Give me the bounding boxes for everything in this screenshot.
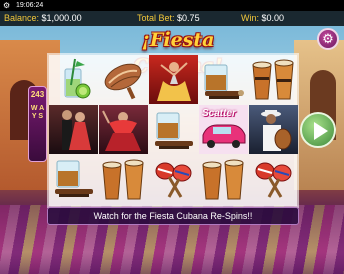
- symbol-bongos: [99, 155, 148, 204]
- scatter-label: Scatter: [202, 108, 236, 119]
- symbol-maracas: [249, 155, 298, 204]
- win-label: Win:: [241, 13, 259, 23]
- win-value: $0.00: [261, 13, 285, 23]
- ways-badge: 243 W A Y S: [28, 86, 47, 162]
- message-banner: Watch for the Fiesta Cubana Re-Spins!!: [47, 207, 299, 225]
- win: Win: $0.00: [241, 11, 284, 26]
- balance: Balance: $1,000.00: [4, 11, 82, 26]
- clock: 19:06:24: [16, 2, 44, 9]
- symbol-cigars: [199, 55, 248, 104]
- symbol-bongos: [249, 55, 298, 104]
- game-logo: ¡Fiesta Cubana!: [134, 29, 223, 77]
- symbol-dancing-couple: [49, 105, 98, 154]
- reel-grid: Scatter: [49, 55, 298, 206]
- status-bar: ⚙ 19:06:24: [0, 0, 344, 11]
- total-bet-label: Total Bet:: [137, 13, 175, 23]
- symbol-maracas: [99, 55, 148, 104]
- spin-button[interactable]: [300, 112, 336, 148]
- play-icon: [314, 122, 328, 140]
- symbol-bongos: [199, 155, 248, 204]
- ways-count: 243: [30, 90, 45, 99]
- symbol-cigars: [149, 105, 198, 154]
- bottom-strip: [0, 252, 344, 274]
- settings-button[interactable]: ⚙: [317, 28, 339, 50]
- symbol-maracas: [149, 155, 198, 204]
- gear-icon: ⚙: [322, 31, 334, 46]
- symbol-scatter-car: Scatter: [199, 105, 248, 154]
- symbol-cocktail: [49, 55, 98, 104]
- balance-label: Balance:: [4, 13, 40, 23]
- gear-icon[interactable]: ⚙: [3, 1, 10, 10]
- hud-bar: Balance: $1,000.00 Total Bet: $0.75 Win:…: [0, 11, 344, 26]
- symbol-cigars: [49, 155, 98, 204]
- balance-value: $1,000.00: [41, 13, 82, 23]
- total-bet-value: $0.75: [177, 13, 200, 23]
- symbol-dancer-red: [99, 105, 148, 154]
- symbol-musician: [249, 105, 298, 154]
- symbol-dancer: [149, 55, 198, 104]
- total-bet: Total Bet: $0.75: [137, 11, 200, 26]
- ways-label: W A Y S: [30, 105, 45, 120]
